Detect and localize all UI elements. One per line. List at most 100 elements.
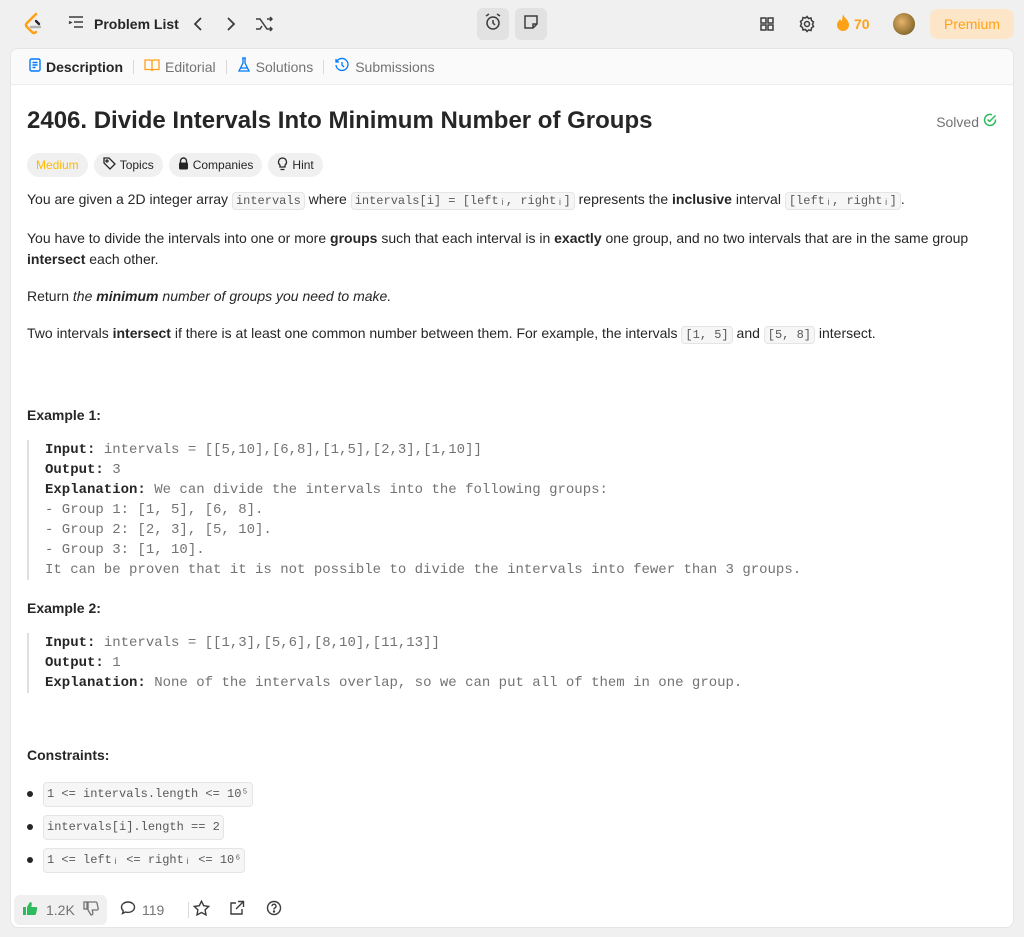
- streak-counter[interactable]: 70: [836, 13, 870, 34]
- tab-description-label: Description: [46, 58, 124, 75]
- input-label: Input:: [45, 442, 96, 458]
- problem-list-button[interactable]: Problem List: [68, 14, 179, 33]
- example-2-heading: Example 2:: [27, 600, 101, 616]
- text: intersect.: [815, 325, 876, 341]
- text: one group, and no two intervals that are…: [601, 230, 969, 246]
- problem-list-label: Problem List: [94, 15, 179, 32]
- inline-code: intervals: [231, 192, 305, 210]
- list-icon: [68, 14, 84, 33]
- topics-label: Topics: [119, 158, 154, 172]
- explanation-text: We can divide the intervals into the fol…: [145, 482, 608, 498]
- text: such that each interval is in: [377, 230, 555, 246]
- difficulty-badge: Medium: [27, 153, 88, 177]
- list-item: 1 <= leftᵢ <= rightᵢ <= 10⁶: [27, 844, 987, 877]
- problem-title: 2406. Divide Intervals Into Minimum Numb…: [27, 107, 653, 134]
- lightbulb-icon: [277, 156, 288, 174]
- lock-icon: [178, 157, 189, 173]
- input-value: intervals = [[5,10],[6,8],[1,5],[2,3],[1…: [95, 442, 482, 458]
- favorite-star-icon[interactable]: [193, 900, 210, 916]
- text: represents the: [574, 191, 673, 207]
- history-icon: [334, 57, 350, 76]
- inline-code: intervals[i] = [leftᵢ, rightᵢ]: [350, 192, 575, 210]
- top-bar: Problem List 70 Premium: [0, 0, 1024, 48]
- constraint-code: 1 <= leftᵢ <= rightᵢ <= 10⁶: [43, 848, 246, 873]
- like-count: 1.2K: [46, 902, 75, 918]
- explanation-label: Explanation:: [45, 482, 146, 498]
- comment-icon: [120, 900, 136, 919]
- example-1-heading: Example 1:: [27, 407, 101, 423]
- streak-count: 70: [854, 15, 870, 32]
- text: Two intervals: [27, 325, 113, 341]
- output-value: 3: [103, 462, 121, 478]
- explanation-text: None of the intervals overlap, so we can…: [145, 675, 743, 691]
- solved-label: Solved: [936, 113, 979, 130]
- desc-paragraph-1: You are given a 2D integer array interva…: [27, 189, 987, 212]
- text: interval: [731, 191, 785, 207]
- shuffle-icon[interactable]: [253, 13, 275, 35]
- explanation-line: - Group 3: [1, 10].: [45, 542, 205, 558]
- tab-solutions-label: Solutions: [255, 58, 314, 75]
- desc-paragraph-2: You have to divide the intervals into on…: [27, 228, 987, 270]
- text: and: [732, 325, 764, 341]
- comments-button[interactable]: 119: [120, 900, 164, 919]
- document-icon: [29, 58, 41, 75]
- tab-submissions-label: Submissions: [355, 58, 435, 75]
- alarm-clock-icon: [484, 12, 502, 36]
- text: You are given a 2D integer array: [27, 191, 232, 207]
- vote-group: 1.2K: [14, 895, 107, 925]
- text: .: [900, 191, 905, 207]
- user-avatar[interactable]: [893, 13, 915, 35]
- output-label: Output:: [45, 655, 104, 671]
- inline-code: [1, 5]: [681, 326, 733, 344]
- companies-tag[interactable]: Companies: [168, 153, 263, 177]
- leetcode-logo-icon[interactable]: [22, 12, 44, 36]
- thumbs-up-icon[interactable]: [22, 901, 38, 919]
- tab-submissions[interactable]: Submissions: [328, 57, 440, 76]
- divider: [188, 902, 189, 918]
- topics-tag[interactable]: Topics: [93, 153, 163, 177]
- thumbs-down-icon[interactable]: [83, 901, 99, 919]
- example-1-block: Input: intervals = [[5,10],[6,8],[1,5],[…: [27, 440, 987, 580]
- desc-paragraph-4: Two intervals intersect if there is at l…: [27, 323, 987, 346]
- description-panel: Description Editorial Solutions Submissi…: [10, 48, 1014, 928]
- prev-problem-icon[interactable]: [187, 13, 209, 35]
- text: if there is at least one common number b…: [170, 325, 682, 341]
- text: each other.: [85, 251, 159, 267]
- help-question-icon[interactable]: [266, 900, 282, 916]
- bold-text: inclusive: [672, 191, 732, 207]
- explanation-line: It can be proven that it is not possible…: [45, 562, 802, 578]
- constraint-code: 1 <= intervals.length <= 10⁵: [43, 782, 253, 807]
- constraint-code: intervals[i].length == 2: [43, 815, 224, 840]
- hint-tag[interactable]: Hint: [268, 153, 323, 177]
- tab-divider: [225, 59, 227, 74]
- premium-button[interactable]: Premium: [930, 9, 1014, 39]
- list-item: 1 <= intervals.length <= 10⁵: [27, 778, 987, 811]
- input-value: intervals = [[1,3],[5,6],[8,10],[11,13]]: [95, 635, 440, 651]
- tab-editorial[interactable]: Editorial: [138, 58, 222, 75]
- book-icon: [144, 58, 160, 75]
- timer-button[interactable]: [477, 8, 509, 40]
- constraints-heading: Constraints:: [27, 747, 110, 763]
- solved-status: Solved: [936, 113, 997, 130]
- panel-tabs: Description Editorial Solutions Submissi…: [11, 49, 1013, 85]
- tag-icon: [103, 157, 116, 173]
- tab-description[interactable]: Description: [23, 58, 129, 75]
- tab-solutions[interactable]: Solutions: [231, 57, 320, 76]
- bold-text: intersect: [27, 251, 86, 267]
- fire-icon: [836, 13, 850, 34]
- text: You have to divide the intervals into on…: [27, 230, 331, 246]
- tab-divider: [323, 59, 325, 74]
- layout-grid-icon[interactable]: [756, 13, 778, 35]
- explanation-line: - Group 1: [1, 5], [6, 8].: [45, 502, 264, 518]
- flask-icon: [237, 57, 251, 76]
- settings-gear-icon[interactable]: [796, 13, 818, 35]
- inline-code: [5, 8]: [763, 326, 815, 344]
- output-value: 1: [103, 655, 121, 671]
- text: where: [304, 191, 351, 207]
- inline-code: [leftᵢ, rightᵢ]: [784, 192, 901, 210]
- input-label: Input:: [45, 635, 96, 651]
- notes-button[interactable]: [515, 8, 547, 40]
- next-problem-icon[interactable]: [220, 13, 242, 35]
- share-external-icon[interactable]: [229, 900, 245, 916]
- text: Return: [27, 288, 73, 304]
